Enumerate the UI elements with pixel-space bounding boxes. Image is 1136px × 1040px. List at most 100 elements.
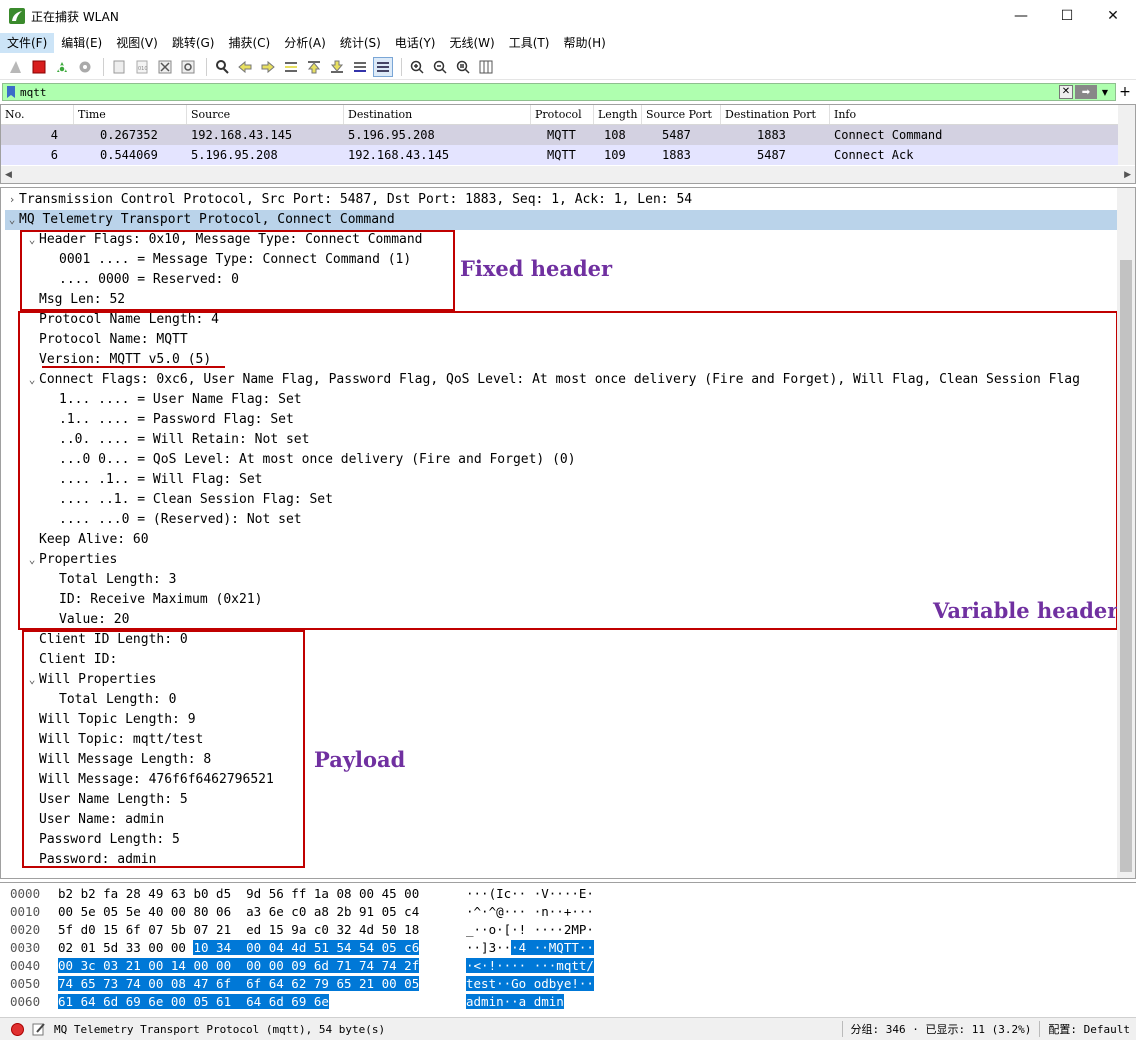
hex-row[interactable]: 0010 00 5e 05 5e 40 00 80 06 a3 6e c0 a8 … (0, 903, 1136, 921)
col-header-source[interactable]: Source (187, 105, 344, 124)
hex-bytes[interactable]: 74 65 73 74 00 08 47 6f 6f 64 62 79 65 2… (58, 975, 420, 993)
menu-telephony[interactable]: 电话(Y) (388, 33, 443, 53)
hex-bytes[interactable]: b2 b2 fa 28 49 63 b0 d5 9d 56 ff 1a 08 0… (58, 885, 419, 903)
menu-file[interactable]: 文件(F) (0, 33, 55, 53)
tree-node[interactable]: ⌄ MQ Telemetry Transport Protocol, Connec… (5, 210, 1121, 230)
expert-info-icon[interactable] (11, 1022, 24, 1036)
col-header-length[interactable]: Length (594, 105, 642, 124)
menu-view[interactable]: 视图(V) (109, 33, 165, 53)
maximize-button[interactable]: ☐ (1044, 0, 1090, 32)
cell-destination: 192.168.43.145 (348, 148, 450, 162)
hex-ascii[interactable]: test··Go odbye!·· (466, 975, 594, 993)
scroll-right-icon[interactable]: ▶ (1124, 170, 1131, 180)
hex-row[interactable]: 0040 00 3c 03 21 00 14 00 00 00 00 09 6d … (0, 957, 1136, 975)
packet-details-tree: › Transmission Control Protocol, Src Port… (0, 187, 1136, 879)
status-separator (1039, 1021, 1041, 1037)
menu-statistics[interactable]: 统计(S) (333, 33, 388, 53)
col-header-no[interactable]: No. (1, 105, 74, 124)
status-bar: MQ Telemetry Transport Protocol (mqtt), … (0, 1017, 1136, 1040)
hex-row[interactable]: 0050 74 65 73 74 00 08 47 6f 6f 64 62 79 … (0, 975, 1136, 993)
packet-row[interactable]: 4 0.267352 192.168.43.145 5.196.95.208 M… (1, 125, 1135, 145)
display-filter-text[interactable]: mqtt (20, 86, 47, 99)
status-field-info: MQ Telemetry Transport Protocol (mqtt), … (54, 1022, 386, 1036)
clear-filter-icon[interactable]: ✕ (1059, 85, 1073, 99)
hex-ascii-unselected: ·^·^@··· ·n··+··· (466, 904, 594, 919)
hex-ascii[interactable]: ··]3···4 ··MQTT·· (466, 939, 594, 957)
shark-fin-icon[interactable] (6, 57, 26, 77)
tree-item-text: MQ Telemetry Transport Protocol, Connect… (19, 212, 395, 227)
status-profile[interactable]: 配置: Default (1048, 1021, 1130, 1037)
col-header-info[interactable]: Info (830, 105, 1120, 124)
menu-help[interactable]: 帮助(H) (556, 33, 612, 53)
menu-capture[interactable]: 捕获(C) (221, 33, 277, 53)
hex-bytes[interactable]: 5f d0 15 6f 07 5b 07 21 ed 15 9a c0 32 4… (58, 921, 419, 939)
apply-filter-icon[interactable]: ➡ (1075, 85, 1097, 99)
hex-bytes[interactable]: 00 3c 03 21 00 14 00 00 00 00 09 6d 71 7… (58, 957, 420, 975)
cell-time: 0.544069 (100, 148, 158, 162)
col-header-destination[interactable]: Destination (344, 105, 531, 124)
cell-protocol: MQTT (547, 148, 576, 162)
hex-ascii[interactable]: ···(Ic·· ·V····E· (466, 885, 594, 903)
hex-ascii[interactable]: ·^·^@··· ·n··+··· (466, 903, 594, 921)
col-header-destination-port[interactable]: Destination Port (721, 105, 830, 124)
col-header-source-port[interactable]: Source Port (642, 105, 721, 124)
col-header-time[interactable]: Time (74, 105, 187, 124)
last-packet-icon[interactable] (327, 57, 347, 77)
reload-icon[interactable] (178, 57, 198, 77)
hex-row[interactable]: 0000 b2 b2 fa 28 49 63 b0 d5 9d 56 ff 1a … (0, 885, 1136, 903)
tree-node[interactable]: › Transmission Control Protocol, Src Port… (5, 190, 692, 210)
packet-row[interactable]: 6 0.544069 5.196.95.208 192.168.43.145 M… (1, 145, 1135, 165)
go-to-packet-icon[interactable] (281, 57, 301, 77)
menu-edit[interactable]: 编辑(E) (54, 33, 109, 53)
minimize-button[interactable]: — (998, 0, 1044, 32)
open-file-icon[interactable] (109, 57, 129, 77)
hex-bytes[interactable]: 00 5e 05 5e 40 00 80 06 a3 6e c0 a8 2b 9… (58, 903, 419, 921)
hex-row[interactable]: 0030 02 01 5d 33 00 00 10 34 00 04 4d 51 … (0, 939, 1136, 957)
bookmark-icon[interactable] (6, 86, 16, 98)
zoom-normal-icon[interactable] (453, 57, 473, 77)
menu-wireless[interactable]: 无线(W) (443, 33, 502, 53)
hex-ascii[interactable]: admin··a dmin (466, 993, 564, 1011)
scroll-left-icon[interactable]: ◀ (5, 170, 12, 180)
toolbar-separator (103, 57, 104, 76)
col-header-protocol[interactable]: Protocol (531, 105, 594, 124)
hex-ascii[interactable]: ·<·!···· ···mqtt/ (466, 957, 594, 975)
cell-destination-port: 1883 (757, 128, 786, 142)
hex-row[interactable]: 0020 5f d0 15 6f 07 5b 07 21 ed 15 9a c0 … (0, 921, 1136, 939)
menu-analyze[interactable]: 分析(A) (277, 33, 333, 53)
hex-ascii[interactable]: _··o·[·! ····2MP· (466, 921, 594, 939)
main-toolbar: 010 (0, 54, 1136, 80)
close-button[interactable]: ✕ (1090, 0, 1136, 32)
packet-list-vertical-scrollbar[interactable] (1118, 105, 1135, 165)
packet-list-horizontal-scrollbar[interactable]: ◀ ▶ (1, 166, 1135, 183)
hex-bytes[interactable]: 02 01 5d 33 00 00 10 34 00 04 4d 51 54 5… (58, 939, 420, 957)
close-file-icon[interactable] (155, 57, 175, 77)
capture-comment-icon[interactable] (32, 1022, 46, 1036)
menu-tools[interactable]: 工具(T) (502, 33, 557, 53)
save-file-icon[interactable]: 010 (132, 57, 152, 77)
back-arrow-icon[interactable] (235, 57, 255, 77)
options-gear-icon[interactable] (75, 57, 95, 77)
forward-arrow-icon[interactable] (258, 57, 278, 77)
zoom-out-icon[interactable] (430, 57, 450, 77)
colorize-icon[interactable] (373, 56, 393, 77)
hex-bytes[interactable]: 61 64 6d 69 6e 00 05 61 64 6d 69 6e (58, 993, 329, 1011)
zoom-in-icon[interactable] (407, 57, 427, 77)
hex-row[interactable]: 0060 61 64 6d 69 6e 00 05 61 64 6d 69 6e a… (0, 993, 1136, 1011)
tree-item-text: Transmission Control Protocol, Src Port:… (19, 192, 693, 207)
details-scrollbar-thumb[interactable] (1120, 260, 1132, 872)
autoscroll-icon[interactable] (350, 57, 370, 77)
add-filter-button[interactable]: + (1116, 84, 1134, 100)
first-packet-icon[interactable] (304, 57, 324, 77)
display-filter-input[interactable]: mqtt ✕ ➡ ▼ (2, 83, 1116, 101)
expand-arrow-icon[interactable]: › (5, 190, 19, 210)
find-icon[interactable] (212, 57, 232, 77)
details-vertical-scrollbar[interactable] (1117, 188, 1135, 878)
menu-go[interactable]: 跳转(G) (165, 33, 222, 53)
resize-columns-icon[interactable] (476, 57, 496, 77)
hex-bytes-selected: 10 34 00 04 4d 51 54 54 05 c6 (193, 940, 420, 955)
stop-icon[interactable] (29, 57, 49, 77)
restart-icon[interactable] (52, 57, 72, 77)
filter-history-dropdown-icon[interactable]: ▼ (1099, 85, 1111, 99)
collapse-arrow-icon[interactable]: ⌄ (5, 210, 19, 230)
